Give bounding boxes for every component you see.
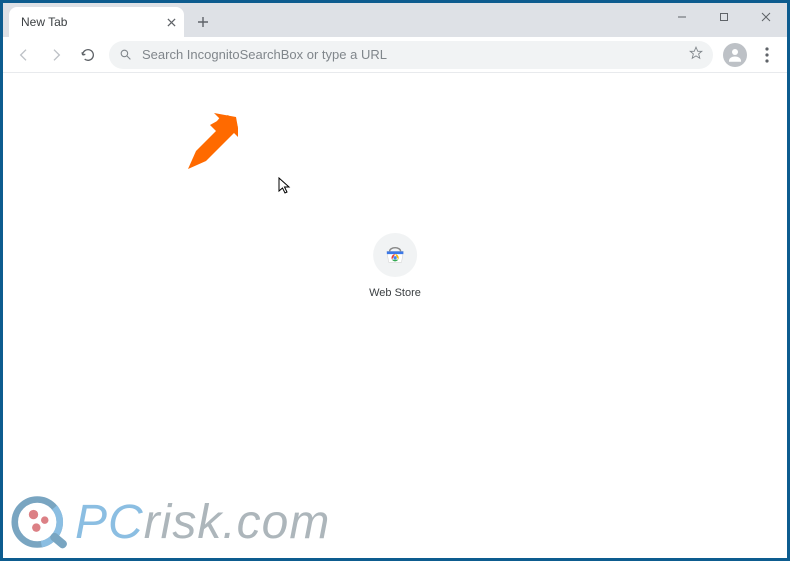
webstore-icon — [373, 233, 417, 277]
close-tab-icon[interactable] — [167, 15, 176, 30]
watermark: PCrisk.com — [11, 492, 330, 552]
search-icon — [119, 48, 132, 61]
annotation-arrow-icon — [178, 113, 238, 177]
annotation-arrow-icon — [178, 115, 238, 175]
minimize-button[interactable] — [661, 3, 703, 31]
tab-title: New Tab — [21, 15, 67, 29]
cursor-icon — [278, 177, 292, 195]
bookmark-star-icon[interactable] — [689, 46, 703, 63]
menu-button[interactable] — [753, 47, 781, 63]
titlebar: New Tab — [3, 3, 787, 37]
page-content: Web Store PCrisk.com — [3, 73, 787, 558]
window-controls — [661, 3, 787, 31]
profile-avatar[interactable] — [723, 43, 747, 67]
watermark-logo-icon — [11, 492, 71, 552]
back-button[interactable] — [9, 40, 39, 70]
new-tab-button[interactable] — [190, 9, 216, 35]
watermark-text: PCrisk.com — [75, 495, 330, 550]
reload-button[interactable] — [73, 40, 103, 70]
browser-tab[interactable]: New Tab — [9, 7, 184, 37]
address-bar-placeholder: Search IncognitoSearchBox or type a URL — [142, 47, 387, 62]
forward-button[interactable] — [41, 40, 71, 70]
toolbar: Search IncognitoSearchBox or type a URL — [3, 37, 787, 73]
close-window-button[interactable] — [745, 3, 787, 31]
address-bar[interactable]: Search IncognitoSearchBox or type a URL — [109, 41, 713, 69]
shortcut-label: Web Store — [369, 287, 421, 299]
maximize-button[interactable] — [703, 3, 745, 31]
shortcut-webstore[interactable]: Web Store — [369, 233, 421, 299]
